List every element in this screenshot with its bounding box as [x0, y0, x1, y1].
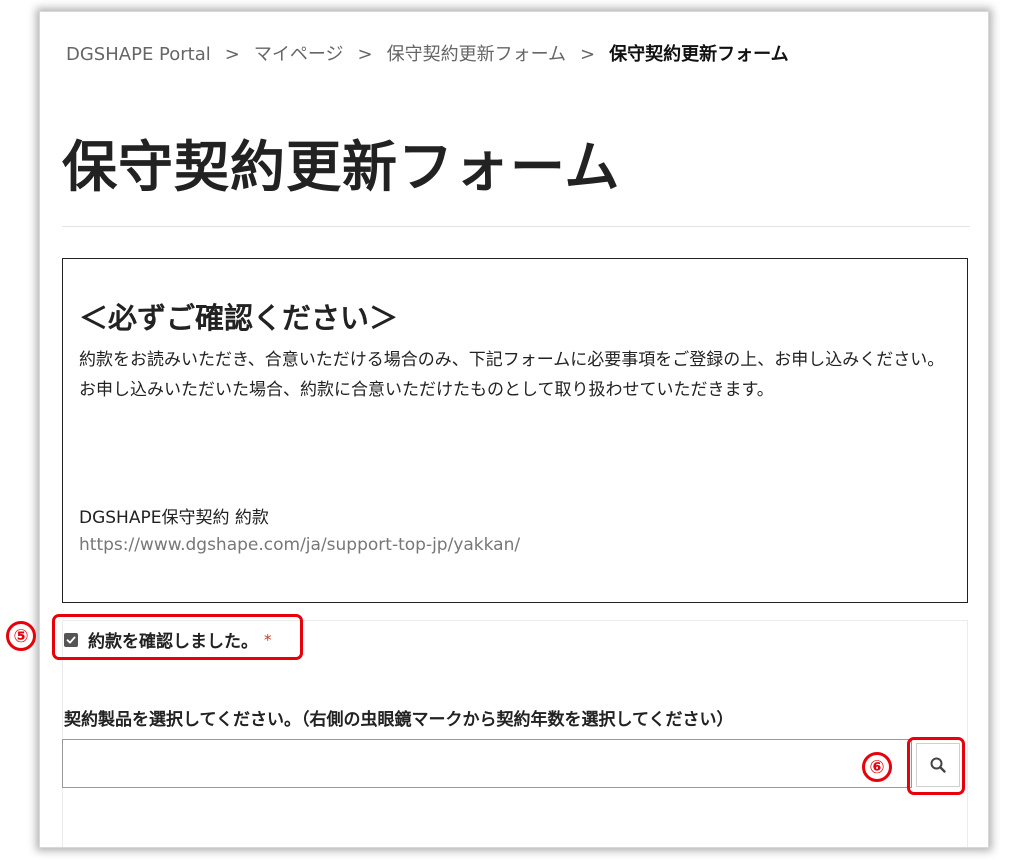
breadcrumb-separator: > — [224, 44, 240, 65]
product-input[interactable] — [62, 739, 912, 788]
notice-heading: ＜必ずご確認ください＞ — [79, 301, 399, 335]
notice-paragraph: お申し込みいただいた場合、約款に合意いただけたものとして取り扱わせていただきます… — [79, 380, 774, 400]
page-frame: DGSHAPE Portal > マイページ > 保守契約更新フォーム > 保守契約更新フォ… — [40, 12, 988, 847]
contract-terms-link[interactable]: https://www.dgshape.com/ja/support-top-j… — [79, 535, 520, 555]
breadcrumb-portal[interactable]: DGSHAPE Portal — [66, 44, 211, 65]
callout-step-5: ⑤ — [6, 621, 36, 651]
breadcrumb: DGSHAPE Portal > マイページ > 保守契約更新フォーム > 保守契約更新フォ… — [66, 40, 789, 66]
page-title: 保守契約更新フォーム — [62, 135, 621, 199]
breadcrumb-separator: > — [580, 44, 596, 65]
terms-notice-box: ＜必ずご確認ください＞ 約款をお読みいただき、合意いただける場合のみ、下記フォー… — [62, 258, 968, 603]
product-select-label: 契約製品を選択してください。（右側の虫眼鏡マークから契約年数を選択してください） — [64, 710, 734, 730]
highlight-agree-checkbox — [52, 614, 303, 660]
breadcrumb-mypage[interactable]: マイページ — [254, 44, 344, 65]
notice-paragraph: 約款をお読みいただき、合意いただける場合のみ、下記フォームに必要事項をご登録の上… — [79, 350, 945, 370]
breadcrumb-current: 保守契約更新フォーム — [609, 44, 789, 65]
breadcrumb-renewal-form[interactable]: 保守契約更新フォーム — [387, 44, 566, 65]
contract-terms-name: DGSHAPE保守契約 約款 — [79, 508, 269, 528]
callout-step-6: ⑥ — [862, 752, 892, 782]
highlight-lookup-button — [907, 737, 965, 795]
notice-body: 約款をお読みいただき、合意いただける場合のみ、下記フォームに必要事項をご登録の上… — [79, 345, 955, 405]
title-divider — [62, 226, 970, 227]
breadcrumb-separator: > — [357, 44, 373, 65]
